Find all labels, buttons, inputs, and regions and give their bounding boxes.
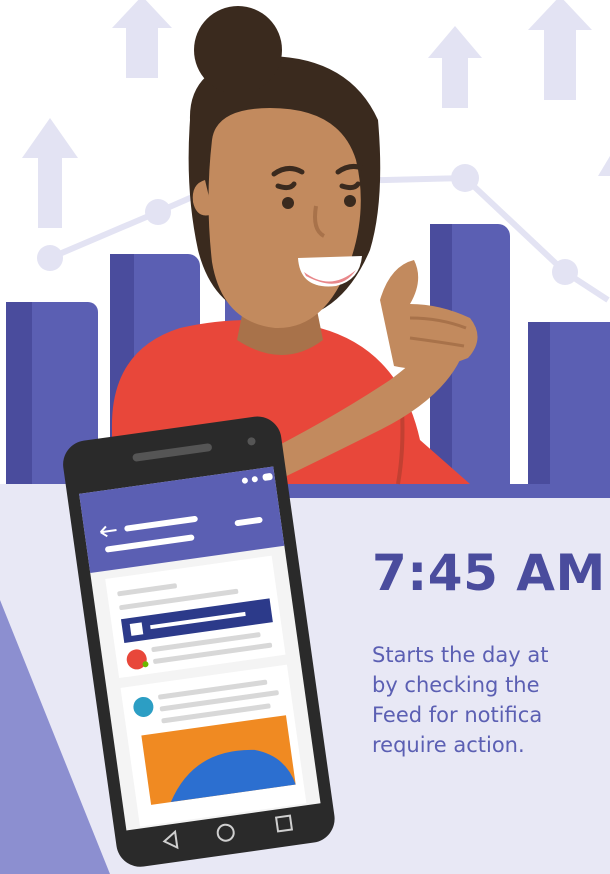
description-text: Starts the day at by checking the Feed f…: [372, 640, 610, 760]
up-arrow-icon: [22, 118, 78, 228]
person-figure: [111, 6, 478, 485]
up-arrow-icon: [112, 0, 172, 78]
up-arrow-icon: [528, 0, 592, 100]
up-arrow-icon: [598, 156, 610, 176]
description-line: Starts the day at: [372, 643, 549, 667]
description-line: by checking the: [372, 673, 540, 697]
description-line: require action.: [372, 733, 525, 757]
up-arrow-icon: [428, 26, 482, 108]
time-heading: 7:45 AM: [372, 544, 606, 602]
description-line: Feed for notifica: [372, 703, 543, 727]
